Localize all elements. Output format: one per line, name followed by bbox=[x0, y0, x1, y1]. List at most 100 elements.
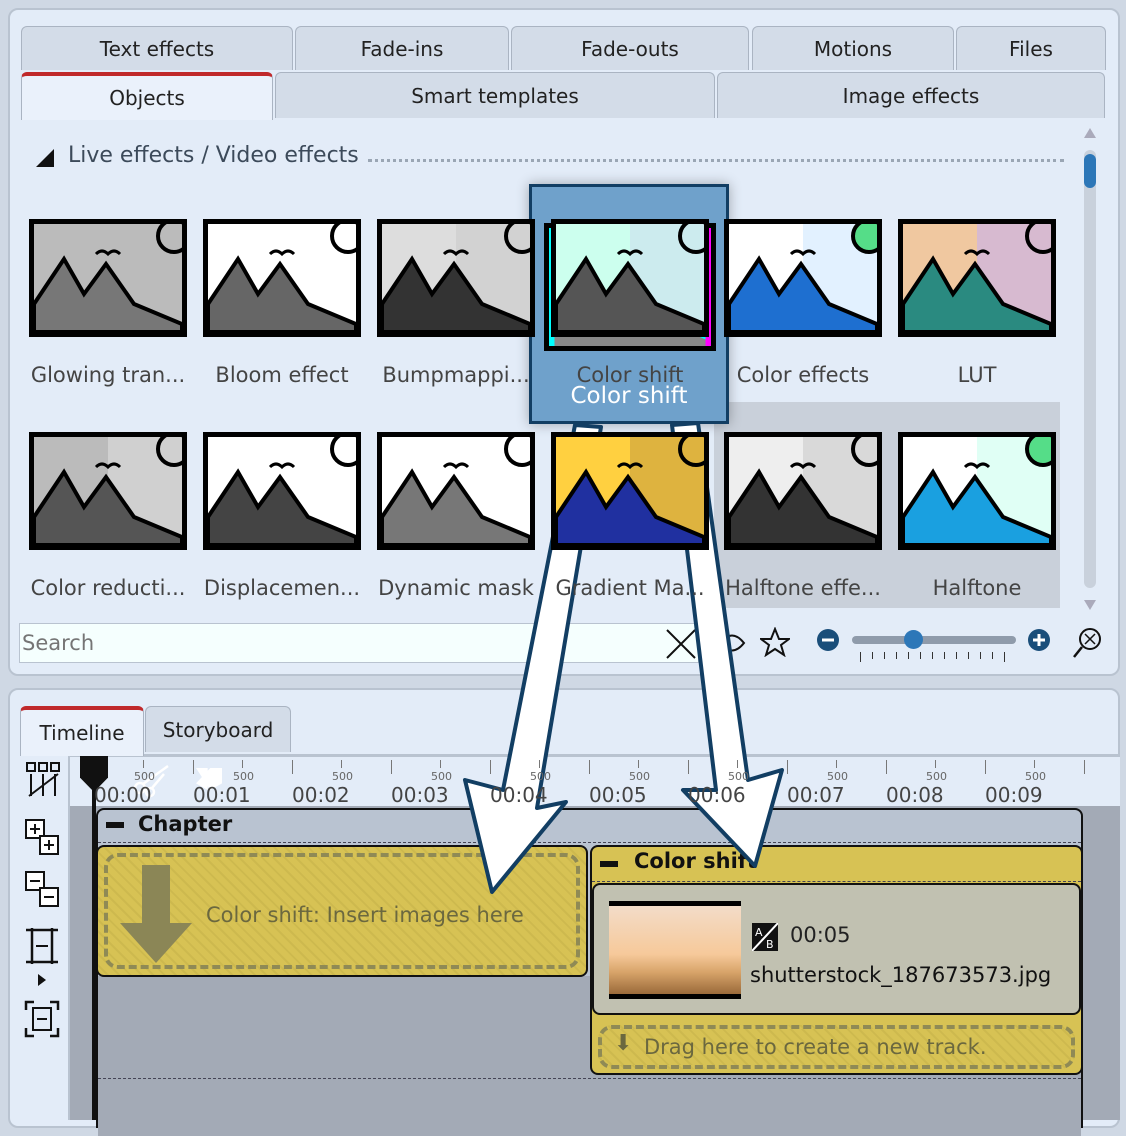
slider-tick bbox=[992, 652, 993, 659]
split-tracks-icon[interactable] bbox=[26, 762, 62, 798]
scrollbar[interactable] bbox=[1083, 128, 1097, 612]
ruler-tick bbox=[1084, 760, 1085, 774]
effect-color-shift-label[interactable]: Color shift bbox=[544, 363, 716, 387]
scroll-track[interactable] bbox=[1084, 150, 1096, 588]
effect-color-reducti-thumbnail[interactable] bbox=[29, 432, 187, 550]
ruler-label: 00:08 bbox=[886, 783, 944, 807]
clip-filename: shutterstock_187673573.jpg bbox=[750, 963, 1052, 987]
tab-image-effects[interactable]: Image effects bbox=[717, 72, 1105, 118]
slider-tick bbox=[860, 652, 861, 662]
effect-color-reducti-label[interactable]: Color reducti... bbox=[22, 576, 194, 600]
effect-gradient-ma-label[interactable]: Gradient Ma... bbox=[544, 576, 716, 600]
ruler-label: 00:07 bbox=[787, 783, 845, 807]
search-input[interactable] bbox=[22, 628, 652, 658]
section-header[interactable]: Live effects / Video effects bbox=[36, 143, 1066, 173]
scroll-up-icon[interactable] bbox=[1084, 128, 1096, 138]
slider-tick bbox=[980, 652, 981, 659]
divider bbox=[98, 1078, 1081, 1079]
effect-color-shift-thumbnail[interactable] bbox=[551, 219, 709, 337]
effect-halftone-effe-thumbnail[interactable] bbox=[724, 432, 882, 550]
effect-collapse-icon[interactable] bbox=[600, 861, 618, 867]
ruler-tick bbox=[886, 760, 887, 774]
fit-height-icon[interactable] bbox=[24, 928, 62, 988]
ruler-tick bbox=[242, 760, 243, 768]
image-clip[interactable]: AB 00:05 shutterstock_187673573.jpg bbox=[592, 883, 1081, 1015]
svg-text:A: A bbox=[755, 926, 763, 939]
zoom-in-icon[interactable] bbox=[1027, 628, 1051, 652]
tab-timeline[interactable]: Timeline bbox=[20, 706, 144, 756]
expand-all-icon[interactable] bbox=[24, 818, 62, 858]
effect-halftone-effe-label[interactable]: Halftone effe... bbox=[717, 576, 889, 600]
effect-bumpmappi-label[interactable]: Bumpmappi... bbox=[370, 363, 542, 387]
effect-halftone-label[interactable]: Halftone bbox=[891, 576, 1063, 600]
new-track-dropzone[interactable]: ⬇ Drag here to create a new track. bbox=[598, 1025, 1075, 1069]
tab-smart-templates[interactable]: Smart templates bbox=[275, 72, 715, 118]
ruler-tick bbox=[490, 760, 491, 774]
ruler-tick bbox=[787, 760, 788, 774]
effect-dynamic-mask-thumbnail[interactable] bbox=[377, 432, 535, 550]
effect-halftone-thumbnail[interactable] bbox=[898, 432, 1056, 550]
ruler-sub-label: 500 bbox=[530, 770, 551, 783]
zoom-fit-icon[interactable] bbox=[1072, 626, 1104, 660]
ruler-sub-label: 500 bbox=[134, 770, 155, 783]
ruler-tick bbox=[589, 760, 590, 774]
slider-tick bbox=[968, 652, 969, 659]
effect-bumpmappi-thumbnail[interactable] bbox=[377, 219, 535, 337]
slider-tick bbox=[932, 652, 933, 659]
clip-duration: 00:05 bbox=[790, 923, 851, 947]
slider-tick bbox=[872, 652, 873, 659]
ruler-sub-label: 500 bbox=[728, 770, 749, 783]
effect-displacemen-thumbnail[interactable] bbox=[203, 432, 361, 550]
effect-glowing-tran-thumbnail[interactable] bbox=[29, 219, 187, 337]
zoom-out-icon[interactable] bbox=[816, 628, 840, 652]
tab-fade-ins[interactable]: Fade-ins bbox=[295, 26, 509, 70]
ruler-sub-label: 500 bbox=[926, 770, 947, 783]
effect-color-effects-label[interactable]: Color effects bbox=[717, 363, 889, 387]
scroll-thumb[interactable] bbox=[1084, 154, 1096, 188]
transition-ab-icon[interactable]: AB bbox=[752, 923, 778, 951]
clear-search-icon[interactable] bbox=[665, 628, 697, 660]
slider-tick bbox=[884, 652, 885, 659]
tab-files[interactable]: Files bbox=[956, 26, 1106, 70]
ruler-sub-label: 500 bbox=[332, 770, 353, 783]
collapse-all-icon[interactable] bbox=[24, 870, 62, 910]
ruler-label: 00:01 bbox=[193, 783, 251, 807]
ruler-tick bbox=[688, 760, 689, 774]
tab-text-effects[interactable]: Text effects bbox=[21, 26, 293, 70]
slider-tick bbox=[920, 652, 921, 659]
arrow-down-icon: ⬇ bbox=[614, 1031, 633, 1056]
tab-objects[interactable]: Objects bbox=[21, 72, 273, 120]
effect-dynamic-mask-label[interactable]: Dynamic mask bbox=[370, 576, 542, 600]
effect-bloom-effect-thumbnail[interactable] bbox=[203, 219, 361, 337]
ruler-label: 00:00 bbox=[94, 783, 152, 807]
scroll-down-icon[interactable] bbox=[1084, 600, 1096, 610]
ruler-tick bbox=[539, 760, 540, 768]
ruler-tick bbox=[737, 760, 738, 768]
effect-gradient-ma-thumbnail[interactable] bbox=[551, 432, 709, 550]
tab-motions[interactable]: Motions bbox=[752, 26, 954, 70]
zoom-slider-handle[interactable] bbox=[904, 630, 923, 649]
effect-displacemen-label[interactable]: Displacemen... bbox=[196, 576, 368, 600]
effect-block[interactable]: Color shift AB 00:05 shutterstock_187673… bbox=[590, 845, 1083, 1075]
ruler-label: 00:03 bbox=[391, 783, 449, 807]
drop-hint: Drag here to create a new track. bbox=[644, 1035, 987, 1059]
effect-glowing-tran-label[interactable]: Glowing tran... bbox=[22, 363, 194, 387]
ruler-tick bbox=[638, 760, 639, 768]
effect-lut-thumbnail[interactable] bbox=[898, 219, 1056, 337]
collapse-triangle-icon[interactable] bbox=[36, 149, 54, 167]
fit-view-icon[interactable] bbox=[24, 1000, 62, 1040]
search-box[interactable] bbox=[19, 623, 699, 663]
star-icon[interactable] bbox=[760, 627, 790, 657]
effect-color-effects-thumbnail[interactable] bbox=[724, 219, 882, 337]
chapter-collapse-icon[interactable] bbox=[106, 822, 124, 828]
effect-lut-label[interactable]: LUT bbox=[891, 363, 1063, 387]
ruler-tick bbox=[143, 760, 144, 768]
ruler-label: 00:02 bbox=[292, 783, 350, 807]
tab-storyboard[interactable]: Storyboard bbox=[145, 706, 291, 752]
tab-fade-outs[interactable]: Fade-outs bbox=[511, 26, 749, 70]
chapter-title: Chapter bbox=[138, 812, 233, 836]
eye-icon[interactable] bbox=[718, 628, 746, 658]
effect-bloom-effect-label[interactable]: Bloom effect bbox=[196, 363, 368, 387]
insert-images-dropzone[interactable]: Color shift: Insert images here bbox=[96, 845, 588, 977]
zoom-slider[interactable] bbox=[852, 636, 1016, 644]
